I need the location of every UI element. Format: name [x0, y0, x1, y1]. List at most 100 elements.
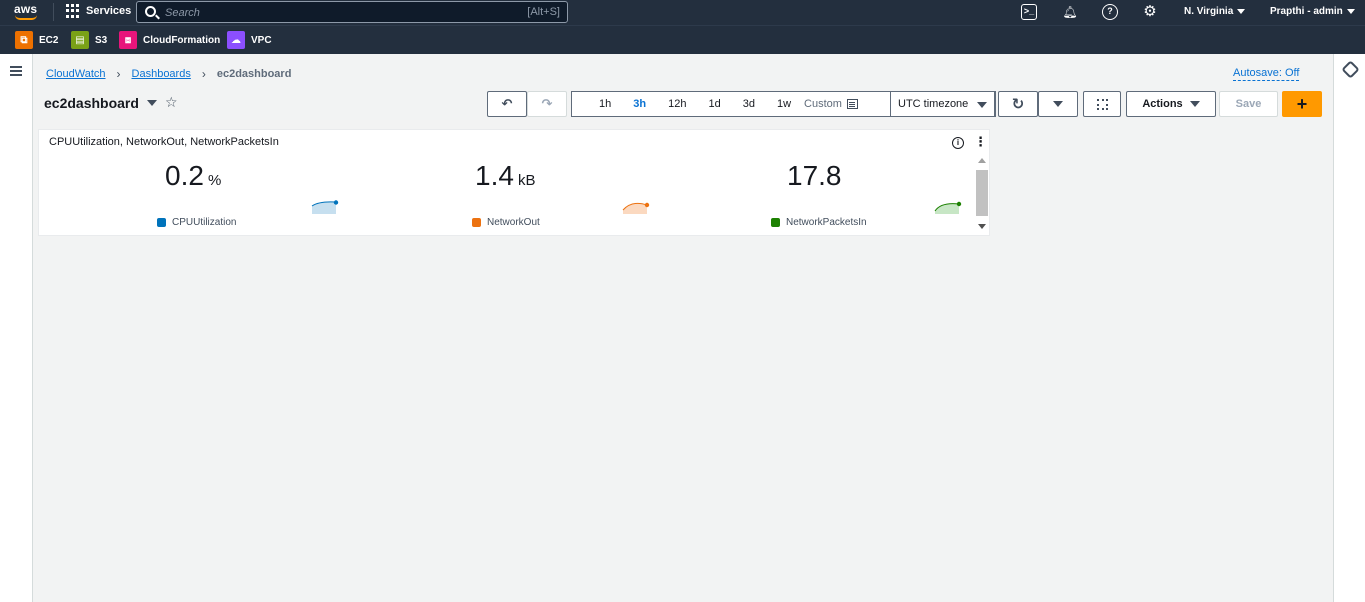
chevron-right-icon: ›: [116, 67, 121, 81]
favorite-vpc[interactable]: ☁ VPC: [227, 31, 272, 49]
notifications-bell-icon[interactable]: 🔔︎: [1062, 4, 1078, 20]
widget-title: CPUUtilization, NetworkOut, NetworkPacke…: [49, 136, 279, 148]
legend-cpuutilization[interactable]: CPUUtilization: [157, 217, 236, 228]
networkout-sparkline: [622, 202, 650, 214]
s3-service-icon: ▤: [71, 31, 89, 49]
autosave-toggle[interactable]: Autosave: Off: [1233, 67, 1300, 81]
tools-hex-icon[interactable]: [1341, 60, 1360, 79]
legend-swatch: [157, 218, 166, 227]
refresh-button[interactable]: ↻: [998, 91, 1038, 117]
breadcrumb-dashboards[interactable]: Dashboards: [132, 68, 191, 80]
metric-unit: kB: [517, 172, 536, 189]
more-options-icon[interactable]: ⋮: [974, 135, 987, 148]
ec2-service-icon: ⧉: [15, 31, 33, 49]
metric-unit: %: [207, 172, 222, 189]
metric-number: 17.8: [787, 160, 842, 191]
timezone-label: UTC timezone: [898, 98, 969, 110]
redo-icon: ↷: [541, 96, 553, 111]
metric-value-networkpacketsin: 17.8: [787, 160, 846, 192]
time-range-selector: 1h 3h 12h 1d 3d 1w Custom UTC timezone: [571, 91, 996, 117]
timezone-caret-icon: [977, 102, 987, 108]
favorite-star-icon[interactable]: ☆: [165, 94, 178, 111]
legend-label: NetworkPacketsIn: [786, 217, 867, 228]
undo-icon: ↶: [501, 96, 513, 111]
cloudformation-service-icon: ⧈: [119, 31, 137, 49]
favorite-label: CloudFormation: [143, 34, 221, 46]
refresh-options-button[interactable]: [1038, 91, 1078, 117]
time-range-1d[interactable]: 1d: [708, 92, 720, 116]
top-navigation: aws Services [Alt+S] >_ 🔔︎ ? ⚙ N. Virgin…: [0, 0, 1365, 25]
undo-button[interactable]: ↶: [487, 91, 527, 117]
actions-label: Actions: [1142, 98, 1183, 110]
refresh-icon: ↻: [1011, 96, 1025, 113]
services-grid-icon: [66, 4, 80, 18]
metric-number: 0.2: [165, 160, 204, 191]
metric-widget: CPUUtilization, NetworkOut, NetworkPacke…: [38, 129, 990, 236]
region-label: N. Virginia: [1184, 6, 1234, 17]
settings-gear-icon[interactable]: ⚙: [1142, 4, 1158, 20]
custom-label: Custom: [804, 98, 842, 110]
legend-label: CPUUtilization: [172, 217, 237, 228]
caret-down-icon: [1053, 101, 1063, 107]
legend-label: NetworkOut: [487, 217, 540, 228]
region-caret-icon: [1237, 8, 1246, 14]
info-icon[interactable]: i: [952, 137, 964, 149]
account-label: Prapthi - admin: [1270, 6, 1343, 17]
custom-range-button[interactable]: Custom: [804, 98, 858, 110]
time-range-3d[interactable]: 3d: [743, 92, 755, 116]
legend-networkpacketsin[interactable]: NetworkPacketsIn: [771, 217, 867, 228]
legend-networkout[interactable]: NetworkOut: [472, 217, 540, 228]
favorite-ec2[interactable]: ⧉ EC2: [15, 31, 58, 49]
save-button[interactable]: Save: [1219, 91, 1278, 117]
dashboard-dropdown-icon[interactable]: [146, 99, 157, 106]
time-range-3h[interactable]: 3h: [633, 92, 646, 116]
favorites-bar: ⧉ EC2 ▤ S3 ⧈ CloudFormation ☁ VPC: [0, 25, 1365, 54]
redo-button[interactable]: ↷: [527, 91, 567, 117]
scroll-down-icon[interactable]: [978, 224, 986, 229]
account-caret-icon: [1346, 8, 1355, 14]
breadcrumb-current: ec2dashboard: [216, 68, 292, 80]
search-box[interactable]: [Alt+S]: [136, 1, 568, 23]
time-range-12h[interactable]: 12h: [668, 92, 686, 116]
widget-scrollbar[interactable]: [974, 154, 989, 235]
fullscreen-button[interactable]: [1083, 91, 1121, 117]
account-menu[interactable]: Prapthi - admin: [1270, 6, 1355, 17]
search-shortcut-hint: [Alt+S]: [527, 6, 560, 18]
caret-down-icon: [1189, 101, 1200, 107]
metric-value-cpuutilization: 0.2%: [165, 160, 221, 192]
legend-swatch: [771, 218, 780, 227]
search-input[interactable]: [165, 5, 505, 20]
menu-hamburger-icon[interactable]: [10, 66, 22, 76]
legend-swatch: [472, 218, 481, 227]
aws-logo-text: aws: [14, 2, 38, 16]
add-widget-button[interactable]: +: [1282, 91, 1322, 117]
help-icon[interactable]: ?: [1102, 4, 1118, 20]
vpc-service-icon: ☁: [227, 31, 245, 49]
favorite-label: EC2: [39, 34, 59, 46]
aws-logo[interactable]: aws: [14, 2, 38, 20]
timezone-select[interactable]: UTC timezone: [890, 91, 996, 117]
region-selector[interactable]: N. Virginia: [1184, 6, 1246, 17]
cpuutilization-sparkline: [311, 200, 339, 214]
breadcrumb-cloudwatch[interactable]: CloudWatch: [46, 68, 106, 80]
favorite-s3[interactable]: ▤ S3: [71, 31, 107, 49]
chevron-right-icon: ›: [201, 67, 206, 81]
metric-number: 1.4: [475, 160, 514, 191]
time-range-1h[interactable]: 1h: [599, 92, 611, 116]
side-navigation-rail: [0, 54, 33, 602]
networkpacketsin-sparkline: [934, 201, 962, 214]
cloudshell-icon[interactable]: >_: [1021, 4, 1037, 20]
metric-value-networkout: 1.4 kB: [475, 160, 535, 192]
dashboard-title-row: ec2dashboard ☆: [44, 94, 178, 111]
actions-button[interactable]: Actions: [1126, 91, 1216, 117]
dashboard-title: ec2dashboard: [44, 94, 139, 111]
scroll-up-icon[interactable]: [978, 158, 986, 163]
favorite-cloudformation[interactable]: ⧈ CloudFormation: [119, 31, 220, 49]
nav-divider: [53, 3, 54, 21]
tools-panel-rail: [1333, 54, 1365, 602]
calendar-icon: [846, 99, 858, 109]
services-menu-button[interactable]: Services: [66, 4, 131, 18]
services-label: Services: [86, 5, 132, 17]
time-range-1w[interactable]: 1w: [777, 92, 791, 116]
scroll-thumb[interactable]: [976, 170, 988, 216]
